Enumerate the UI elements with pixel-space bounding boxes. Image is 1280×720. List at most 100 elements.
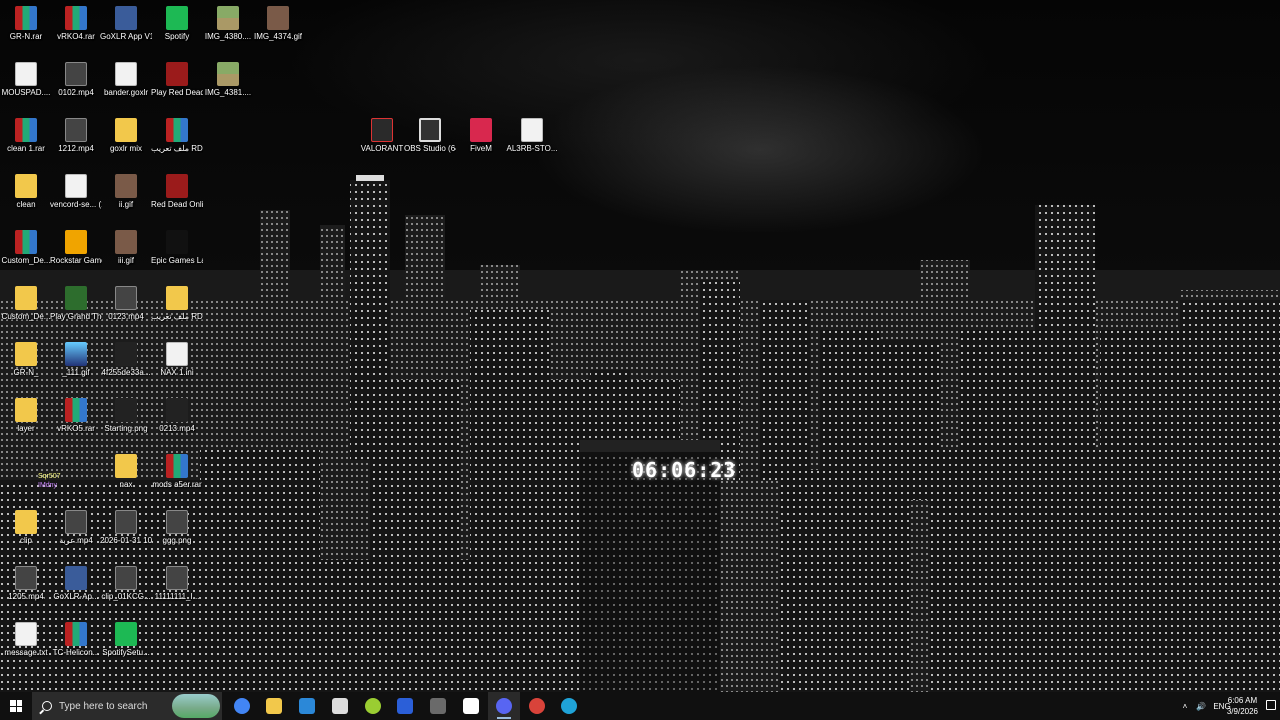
desktop-icon[interactable]: NAX 1.ini <box>151 342 203 378</box>
active-app-indicator <box>497 717 511 719</box>
taskbar-app-button[interactable] <box>422 692 454 720</box>
volume-icon[interactable]: 🔊 <box>1192 702 1210 711</box>
file-file-icon <box>521 118 543 142</box>
desktop-icon[interactable]: bander.goxlr <box>100 62 152 98</box>
desktop-icon[interactable]: clean 1.rar <box>0 118 52 154</box>
desktop-icon[interactable]: IMG_4380.... <box>202 6 254 42</box>
taskbar-app-button[interactable] <box>455 692 487 720</box>
desktop-icon-label: عربة.mp4 <box>59 536 93 545</box>
desktop-icon[interactable]: TC-Helicon... <box>50 622 102 658</box>
desktop-icon[interactable]: GR-N_ <box>0 342 52 378</box>
desktop-icon[interactable]: goxlr mix <box>100 118 152 154</box>
desktop-icon[interactable]: MOUSPAD.... <box>0 62 52 98</box>
desktop-icon[interactable]: vRKO4.rar <box>50 6 102 42</box>
taskbar-app-button[interactable] <box>488 692 520 720</box>
desktop-icon[interactable]: GR-N.rar <box>0 6 52 42</box>
desktop-icon[interactable]: clip_01KCG... <box>100 566 152 602</box>
desktop-icon-label: 11111111_I... <box>154 592 200 601</box>
taskbar-app-button[interactable] <box>226 692 258 720</box>
taskbar-app-button[interactable] <box>389 692 421 720</box>
desktop-icon[interactable]: mods a5er.rar <box>151 454 203 490</box>
desktop-icon[interactable]: 1205.mp4 <box>0 566 52 602</box>
desktop-icon[interactable]: message.txt <box>0 622 52 658</box>
dark-file-icon <box>115 342 137 366</box>
desktop-icon[interactable]: Epic Games Launcher <box>151 230 203 266</box>
desktop-icon[interactable]: vencord-se... (1) (1).json <box>50 174 102 210</box>
desktop-icon-label: IMG_4381.... <box>204 88 252 97</box>
desktop-icon-label: 1212.mp4 <box>58 144 94 153</box>
desktop-icon[interactable]: IMG_4374.gif <box>252 6 304 42</box>
desktop-icon[interactable]: Custom_De... <box>0 230 52 266</box>
show-hidden-icons-chevron-icon[interactable]: ˄ <box>1178 702 1192 711</box>
desktop-icon[interactable]: 0213.mp4 <box>151 398 203 434</box>
video-file-icon <box>166 510 188 534</box>
video-file-icon <box>65 62 87 86</box>
desktop-icon[interactable]: vRKO5.rar <box>50 398 102 434</box>
taskbar-search-box[interactable]: Type here to search <box>32 692 222 720</box>
taskbar-app-button[interactable] <box>521 692 553 720</box>
desktop-icon[interactable]: ggg.png <box>151 510 203 546</box>
desktop-icon[interactable]: عربة.mp4 <box>50 510 102 546</box>
desktop-icon[interactable]: ii.gif <box>100 174 152 210</box>
desktop-icon-label: Custom_De... <box>1 312 51 321</box>
desktop-icon[interactable]: Starting.png <box>100 398 152 434</box>
desktop-icon[interactable]: 2026-01-31 10-48-19_... <box>100 510 152 546</box>
notification-icon[interactable] <box>1266 700 1276 710</box>
rar-file-icon <box>166 454 188 478</box>
blue-app-icon <box>397 698 413 714</box>
file-file-icon <box>65 174 87 198</box>
desktop-icon[interactable]: Rockstar Games ... <box>50 230 102 266</box>
desktop-icon[interactable]: _111.gif <box>50 342 102 378</box>
video-file-icon <box>115 566 137 590</box>
desktop-icon[interactable]: 0123.mp4 <box>100 286 152 322</box>
desktop-icon-label: Play Grand Theft Auto... <box>50 312 102 321</box>
desktop-icon-label: ggg.png <box>162 536 192 545</box>
desktop-icon[interactable]: OBS Studio (64bit) <box>404 118 456 154</box>
desktop-icon[interactable]: GoXLR App V1.5.11.228... <box>100 6 152 42</box>
rar-file-icon <box>15 230 37 254</box>
chrome-icon <box>234 698 250 714</box>
desktop-icon[interactable]: Spotify <box>151 6 203 42</box>
desktop-icon[interactable]: Play Grand Theft Auto... <box>50 286 102 322</box>
desktop-icon[interactable]: ملف تعريب RDR... <box>151 118 203 154</box>
taskbar-clock[interactable]: 6:06 AM 3/9/2026 <box>1227 695 1258 717</box>
desktop-icon[interactable]: GoXLR-Ap... <box>50 566 102 602</box>
taskbar-app-button[interactable] <box>291 692 323 720</box>
desktop-icon[interactable]: AL3RB-STO... <box>506 118 558 154</box>
desktop-icon[interactable]: 4f255de33a... <box>100 342 152 378</box>
desktop-icon[interactable]: SpotifySetu... <box>100 622 152 658</box>
taskbar-app-button[interactable] <box>324 692 356 720</box>
fivem-file-icon <box>470 118 492 142</box>
desktop-icon[interactable]: clean <box>0 174 52 210</box>
desktop-icon[interactable]: VALORANT <box>356 118 408 154</box>
desktop-icon[interactable]: IMG_4381.... <box>202 62 254 98</box>
taskbar-app-button[interactable] <box>258 692 290 720</box>
desktop-icon[interactable]: 0102.mp4 <box>50 62 102 98</box>
rar-file-icon <box>166 118 188 142</box>
overlay-line-2: IMdny <box>38 482 58 489</box>
clock-date: 3/9/2026 <box>1226 707 1258 716</box>
folder-file-icon <box>15 398 37 422</box>
taskbar-app-button[interactable] <box>553 692 585 720</box>
desktop-icon[interactable]: ملف تعريب RDR2 <box>151 286 203 322</box>
desktop-icon-label: FiveM <box>470 144 492 153</box>
desktop-icon[interactable]: clip <box>0 510 52 546</box>
desktop-icon-label: ملف تعريب RDR2 <box>151 312 203 321</box>
desktop-icon[interactable]: 1212.mp4 <box>50 118 102 154</box>
desktop-icon-label: bander.goxlr <box>103 88 149 97</box>
desktop-icon-label: Spotify <box>164 32 190 41</box>
desktop-icon[interactable]: iii.gif <box>100 230 152 266</box>
desktop-icon[interactable]: 11111111_I... <box>151 566 203 602</box>
desktop-icon[interactable]: Red Dead Online <box>151 174 203 210</box>
desktop-icon-label: mods a5er.rar <box>152 480 202 489</box>
desktop-icon[interactable]: nax <box>100 454 152 490</box>
mail-icon <box>332 698 348 714</box>
desktop-icon[interactable]: FiveM <box>455 118 507 154</box>
start-button[interactable] <box>0 692 32 720</box>
desktop-icon[interactable]: Custom_De... <box>0 286 52 322</box>
desktop-icon-label: ملف تعريب RDR... <box>151 144 203 153</box>
desktop-icon-label: VALORANT <box>360 144 404 153</box>
taskbar-app-button[interactable] <box>357 692 389 720</box>
desktop-icon[interactable]: layer <box>0 398 52 434</box>
desktop-icon[interactable]: Play Red Dead Rede... <box>151 62 203 98</box>
